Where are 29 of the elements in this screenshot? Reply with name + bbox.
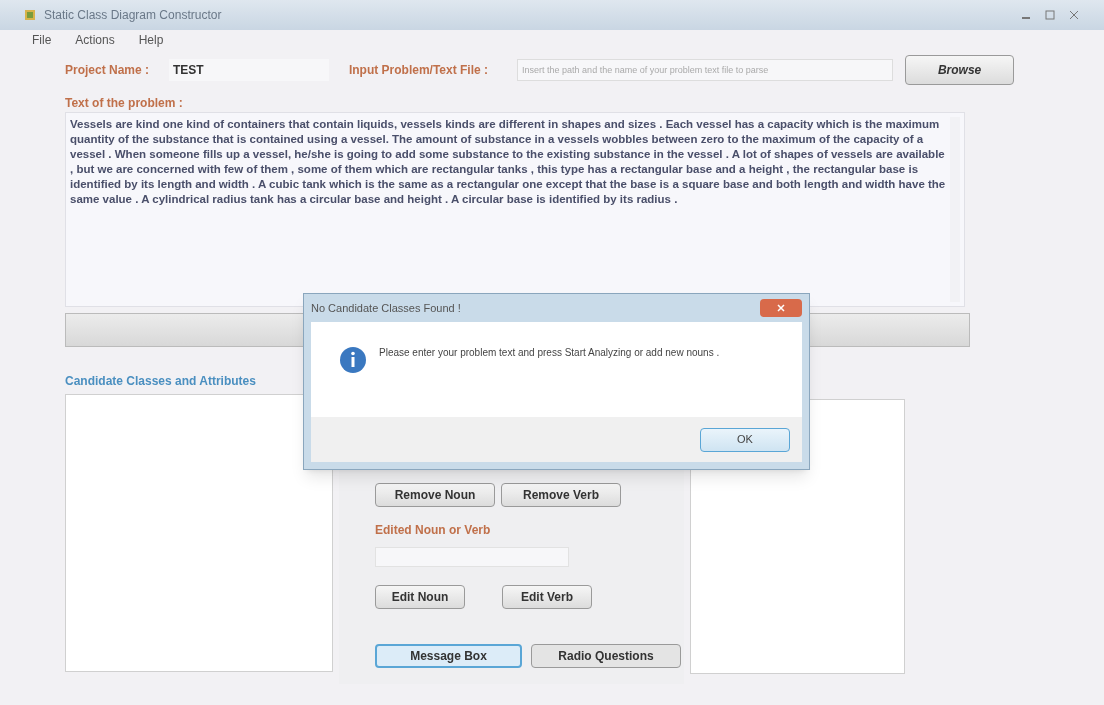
tab-button[interactable]: Radio Questions: [531, 644, 681, 668]
edit-button[interactable]: Edit Verb: [502, 585, 592, 609]
file-path-field[interactable]: Insert the path and the name of your problem text file to parse: [517, 59, 894, 81]
info-icon: [339, 346, 367, 374]
ok-button[interactable]: OK: [700, 427, 790, 452]
close-button[interactable]: [760, 299, 802, 317]
maximize-icon[interactable]: [1044, 10, 1056, 20]
edit-button[interactable]: Edit Noun: [375, 585, 465, 609]
section-label: Text of the problem :: [65, 95, 184, 112]
window-title: Static Class Diagram Constructor: [44, 7, 222, 24]
close-icon: [777, 304, 785, 312]
candidate-list[interactable]: [65, 394, 333, 672]
section-label: Candidate Classes and Attributes: [65, 373, 257, 390]
dialog-message: Please enter your problem text and press Start Analyzing or add new nouns .: [379, 346, 721, 360]
remove-button[interactable]: Remove Noun: [375, 483, 495, 507]
field-label: Project Name :: [65, 62, 151, 79]
field-label: Edited Noun or Verb: [375, 522, 492, 539]
remove-button[interactable]: Remove Verb: [501, 483, 621, 507]
dialog-title: No Candidate Classes Found !: [311, 300, 461, 316]
app-icon: [24, 9, 36, 21]
project-name-field[interactable]: TEST: [168, 59, 329, 81]
problem-text: Vessels are kind one kind of containers that contain liquids, vessels kinds are different in shapes and sizes . Each vessel has a capacity which is the maximum quantity of the substance that is contained using a vessel. The amount of substance in a vessels wobbles between zero to the maximum of the capacity of a vessel . When someone fills up a vessel, he/she is going to add some substance to the existing substance in the vessel . A lot of shapes of vessels are available , but we are concerned with few of them , some of them which are rectangular tanks , this type has a rectangular base and a height , the rectangular base is identified by its length and width . A cubic tank which is the same as a rectangular one except that the base is a square base and both length and width have the same value . A cylindrical radius tank has a circular base and height . A circular base is identified by its radius .: [70, 117, 947, 207]
tab-button[interactable]: Message Box: [375, 644, 522, 668]
field-label: Input Problem/Text File :: [348, 62, 489, 79]
menu-item[interactable]: Help: [138, 31, 164, 49]
menu-item[interactable]: File: [32, 31, 52, 49]
close-icon[interactable]: [1068, 10, 1080, 20]
menu-item[interactable]: Actions: [75, 31, 115, 49]
browse-button[interactable]: Browse: [905, 55, 1014, 85]
